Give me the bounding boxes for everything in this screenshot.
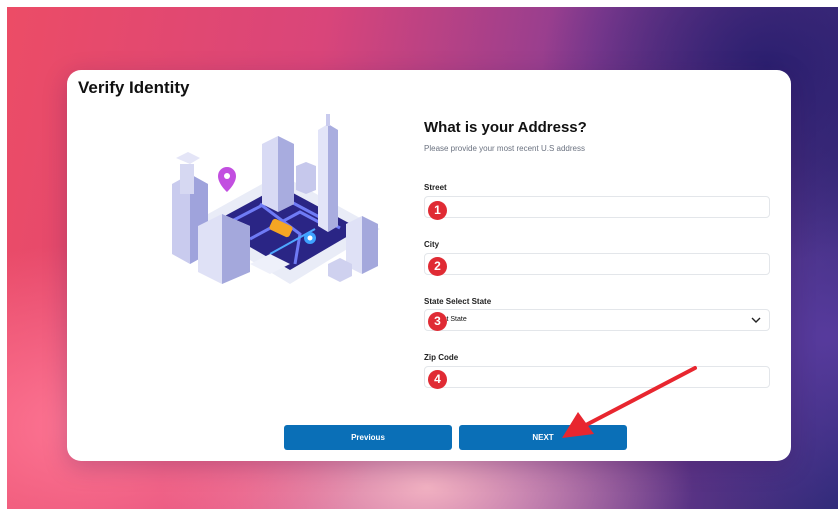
- form-subheading: Please provide your most recent U.S addr…: [424, 144, 585, 153]
- street-label: Street: [424, 183, 447, 192]
- city-label: City: [424, 240, 440, 249]
- city-input[interactable]: [424, 253, 770, 275]
- previous-button[interactable]: Previous: [284, 425, 452, 450]
- annotation-badge-1: 1: [428, 201, 447, 220]
- city-map-illustration: [172, 114, 380, 284]
- annotation-badge-2: 2: [428, 257, 447, 276]
- state-label: State Select State: [424, 297, 492, 306]
- state-select[interactable]: ct State: [424, 309, 770, 331]
- annotation-arrow: [562, 366, 697, 438]
- annotation-badge-3: 3: [428, 312, 447, 331]
- chevron-down-icon: [751, 317, 761, 323]
- zip-label: Zip Code: [424, 353, 459, 362]
- street-input[interactable]: [424, 196, 770, 218]
- form-heading: What is your Address?: [424, 119, 587, 136]
- card-title: Verify Identity: [78, 78, 190, 97]
- annotation-badge-4: 4: [428, 370, 447, 389]
